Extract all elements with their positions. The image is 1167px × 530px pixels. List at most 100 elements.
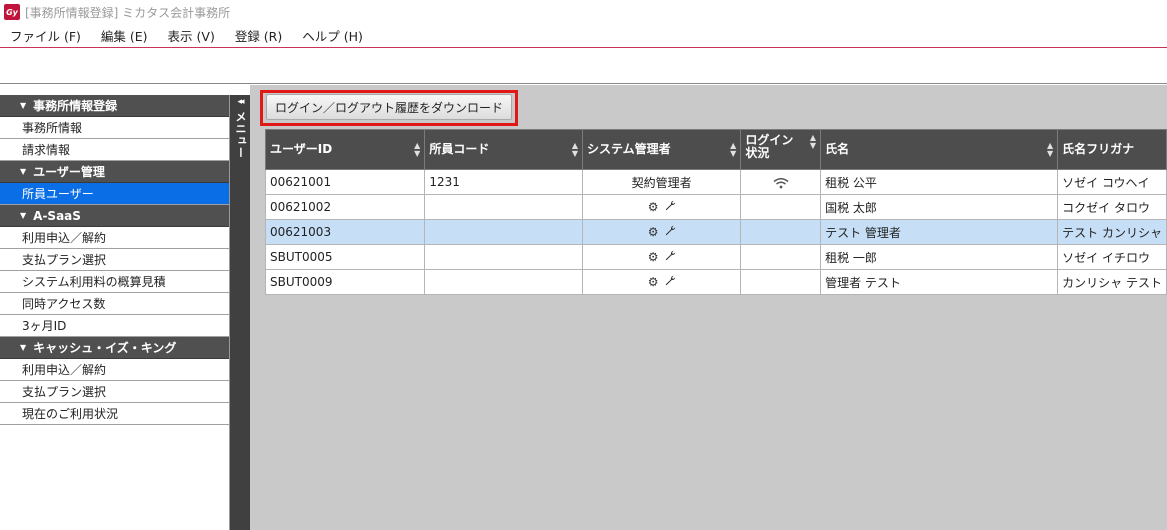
menu-help[interactable]: ヘルプ (H) bbox=[302, 26, 363, 45]
cell-staff-code bbox=[424, 194, 584, 220]
menu-vertical-label: メニュー bbox=[234, 111, 247, 159]
sidebar-item-cik-usage-status[interactable]: 現在のご利用状況 bbox=[0, 403, 229, 425]
wrench-icon bbox=[665, 275, 676, 289]
cell-login-status bbox=[740, 269, 822, 295]
gear-icon: ⚙ bbox=[647, 275, 659, 289]
wrench-icon bbox=[665, 200, 676, 214]
sort-icon[interactable]: ▲ ▼ bbox=[810, 134, 816, 150]
sidebar-item-staff-users[interactable]: 所員ユーザー bbox=[0, 183, 229, 205]
sidebar-item-cik-payment-plan[interactable]: 支払プラン選択 bbox=[0, 381, 229, 403]
sidebar-item-payment-plan[interactable]: 支払プラン選択 bbox=[0, 249, 229, 271]
gear-icon: ⚙ bbox=[647, 225, 659, 239]
menu-collapse-strip[interactable]: ◂◂ メニュー bbox=[230, 95, 250, 530]
cell-name: 国税 太郎 bbox=[820, 194, 1059, 220]
cell-system-admin: 契約管理者 bbox=[582, 169, 742, 195]
sidebar-item-billing-info[interactable]: 請求情報 bbox=[0, 139, 229, 161]
sort-icon[interactable]: ▲ ▼ bbox=[414, 141, 420, 158]
cell-name-kana: コクゼイ タロウ bbox=[1057, 194, 1167, 220]
sort-icon[interactable]: ▲ ▼ bbox=[1047, 141, 1053, 158]
section-header-label: ユーザー管理 bbox=[33, 165, 105, 179]
cell-user-id: SBUT0005 bbox=[264, 244, 426, 270]
cell-name: テスト 管理者 bbox=[820, 219, 1059, 245]
column-label: システム管理者 bbox=[587, 142, 671, 156]
cell-staff-code: 1231 bbox=[424, 169, 584, 195]
cell-name-kana: ソゼイ イチロウ bbox=[1057, 244, 1167, 270]
collapse-triangle-icon: ▼ bbox=[20, 167, 27, 176]
admin-icons: ⚙ bbox=[648, 200, 676, 214]
cell-login-status bbox=[740, 194, 822, 220]
download-login-history-button[interactable]: ログイン／ログアウト履歴をダウンロード bbox=[266, 94, 512, 120]
menu-edit[interactable]: 編集 (E) bbox=[101, 26, 148, 45]
column-label: 氏名フリガナ bbox=[1062, 142, 1135, 156]
wifi-icon bbox=[773, 175, 789, 189]
wrench-icon bbox=[665, 250, 676, 264]
cell-login-status bbox=[740, 169, 822, 195]
cell-staff-code bbox=[424, 244, 584, 270]
cell-name: 管理者 テスト bbox=[820, 269, 1059, 295]
cell-name: 租税 一郎 bbox=[820, 244, 1059, 270]
sidebar-item-subscription[interactable]: 利用申込／解約 bbox=[0, 227, 229, 249]
table-row[interactable]: 00621002 ⚙ 国税 太郎 コクゼイ タロウ bbox=[264, 194, 1167, 220]
cell-user-id: 00621003 bbox=[264, 219, 426, 245]
column-label: 所員コード bbox=[429, 142, 490, 156]
column-label: ユーザーID bbox=[270, 142, 333, 156]
column-header-name-kana[interactable]: 氏名フリガナ bbox=[1057, 129, 1167, 170]
table-row[interactable]: 00621001 1231 契約管理者 租税 公平 ソゼイ コウヘイ bbox=[264, 169, 1167, 195]
column-label: 氏名 bbox=[825, 142, 850, 156]
cell-name-kana: カンリシャ テスト bbox=[1057, 269, 1167, 295]
section-header-label: A-SaaS bbox=[33, 208, 81, 223]
admin-icons: ⚙ bbox=[648, 275, 676, 289]
cell-system-admin: ⚙ bbox=[582, 219, 742, 245]
sidebar-item-3month-id[interactable]: 3ヶ月ID bbox=[0, 315, 229, 337]
collapse-triangle-icon: ▼ bbox=[20, 101, 27, 110]
sidebar-section-a-saas[interactable]: ▼ A-SaaS bbox=[0, 205, 229, 227]
sidebar-item-concurrent-access[interactable]: 同時アクセス数 bbox=[0, 293, 229, 315]
app-logo-icon: Gy bbox=[4, 4, 20, 20]
sidebar-item-fee-estimate[interactable]: システム利用料の概算見積 bbox=[0, 271, 229, 293]
wrench-icon bbox=[665, 225, 676, 239]
column-header-name[interactable]: 氏名 ▲ ▼ bbox=[820, 129, 1059, 170]
main-content: ログイン／ログアウト履歴をダウンロード ユーザーID ▲ ▼ 所員コード ▲ ▼ システ… bbox=[250, 85, 1167, 530]
cell-staff-code bbox=[424, 219, 584, 245]
menu-file[interactable]: ファイル (F) bbox=[10, 26, 81, 45]
double-chevron-left-icon[interactable]: ◂◂ bbox=[237, 97, 244, 107]
section-header-label: キャッシュ・イズ・キング bbox=[33, 341, 177, 355]
sidebar-section-cash-is-king[interactable]: ▼ キャッシュ・イズ・キング bbox=[0, 337, 229, 359]
title-bar: Gy [事務所情報登録] ミカタス会計事務所 bbox=[0, 0, 1167, 24]
section-header-label: 事務所情報登録 bbox=[33, 99, 118, 113]
menu-bar: ファイル (F) 編集 (E) 表示 (V) 登録 (R) ヘルプ (H) bbox=[0, 24, 1167, 48]
admin-icons: ⚙ bbox=[648, 225, 676, 239]
cell-user-id: 00621001 bbox=[264, 169, 426, 195]
window-title: [事務所情報登録] ミカタス会計事務所 bbox=[25, 5, 231, 20]
column-header-login-status[interactable]: ログイン状況 ▲ ▼ bbox=[740, 129, 822, 170]
column-header-user-id[interactable]: ユーザーID ▲ ▼ bbox=[264, 129, 426, 170]
table-row[interactable]: SBUT0009 ⚙ 管理者 テスト カンリシャ テスト bbox=[264, 269, 1167, 295]
column-label: ログイン状況 bbox=[745, 133, 794, 160]
cell-staff-code bbox=[424, 269, 584, 295]
sort-icon[interactable]: ▲ ▼ bbox=[730, 141, 736, 158]
menu-register[interactable]: 登録 (R) bbox=[235, 26, 282, 45]
gear-icon: ⚙ bbox=[647, 200, 659, 214]
column-header-staff-code[interactable]: 所員コード ▲ ▼ bbox=[424, 129, 584, 170]
sort-icon[interactable]: ▲ ▼ bbox=[572, 141, 578, 158]
cell-system-admin: ⚙ bbox=[582, 194, 742, 220]
gear-icon: ⚙ bbox=[647, 250, 659, 264]
sidebar-item-office-info[interactable]: 事務所情報 bbox=[0, 117, 229, 139]
cell-system-admin: ⚙ bbox=[582, 269, 742, 295]
sidebar-section-user-management[interactable]: ▼ ユーザー管理 bbox=[0, 161, 229, 183]
menu-view[interactable]: 表示 (V) bbox=[168, 26, 215, 45]
sidebar-menu: ▼ 事務所情報登録 事務所情報 請求情報 ▼ ユーザー管理 所員ユーザー ▼ A… bbox=[0, 95, 230, 530]
cell-login-status bbox=[740, 244, 822, 270]
table-header-row: ユーザーID ▲ ▼ 所員コード ▲ ▼ システム管理者 ▲ ▼ ログイン状況 ▲ ▼ 氏名 ▲ ▼… bbox=[264, 129, 1167, 170]
cell-login-status bbox=[740, 219, 822, 245]
collapse-triangle-icon: ▼ bbox=[20, 343, 27, 352]
admin-icons: ⚙ bbox=[648, 250, 676, 264]
table-row[interactable]: SBUT0005 ⚙ 租税 一郎 ソゼイ イチロウ bbox=[264, 244, 1167, 270]
cell-system-admin: ⚙ bbox=[582, 244, 742, 270]
column-header-system-admin[interactable]: システム管理者 ▲ ▼ bbox=[582, 129, 742, 170]
collapse-triangle-icon: ▼ bbox=[20, 211, 27, 220]
staff-users-table: ユーザーID ▲ ▼ 所員コード ▲ ▼ システム管理者 ▲ ▼ ログイン状況 ▲ ▼ 氏名 ▲ ▼… bbox=[264, 129, 1167, 295]
sidebar-item-cik-subscription[interactable]: 利用申込／解約 bbox=[0, 359, 229, 381]
table-row[interactable]: 00621003 ⚙ テスト 管理者 テスト カンリシャ bbox=[264, 219, 1167, 245]
sidebar-section-office-info[interactable]: ▼ 事務所情報登録 bbox=[0, 95, 229, 117]
